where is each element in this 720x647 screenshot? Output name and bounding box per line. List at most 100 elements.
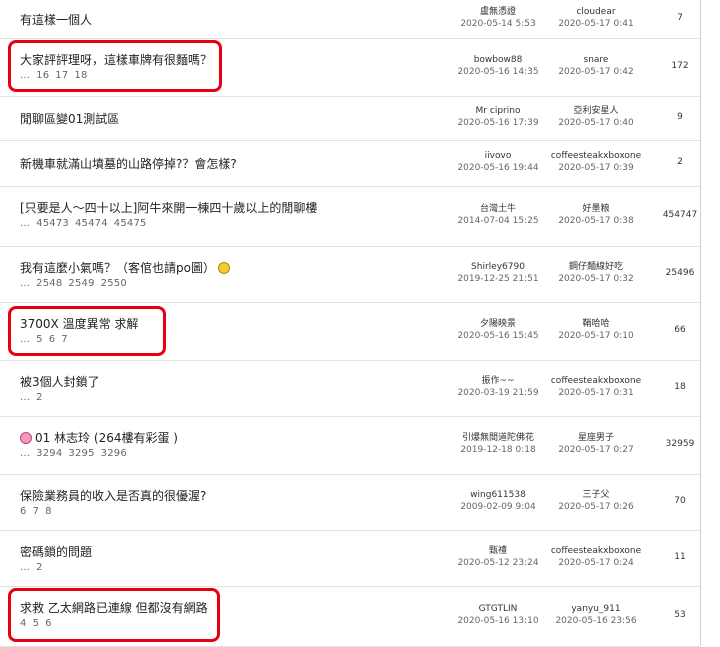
post-date: 2020-05-16 14:35 [457, 67, 539, 77]
last-replier-link[interactable]: coffeesteakxboxone [546, 375, 646, 387]
page-link[interactable]: 16 [36, 70, 49, 81]
last-reply-cell: coffeesteakxboxone 2020-05-17 0:31 [546, 375, 646, 399]
page-link[interactable]: 2 [36, 392, 43, 403]
page-links: 456 [20, 618, 58, 629]
author-name-link[interactable]: 夕陽映景 [448, 318, 548, 330]
author-name-link[interactable]: bowbow88 [448, 54, 548, 66]
last-reply-date: 2020-05-17 0:10 [558, 331, 634, 341]
page-link[interactable]: 7 [61, 334, 68, 345]
last-reply-date: 2020-05-17 0:42 [558, 67, 634, 77]
author-cell: 盧無憑證 2020-05-14 5:53 [448, 6, 548, 30]
author-name-link[interactable]: Mr ciprino [448, 105, 548, 117]
last-replier-link[interactable]: yanyu_911 [546, 603, 646, 615]
thread-title-link[interactable]: [只要是人～四十以上]阿牛來開一棟四十歲以上的閒聊樓 [20, 199, 317, 216]
page-link[interactable]: 3295 [68, 448, 94, 459]
last-replier-link[interactable]: 好墨粮 [546, 203, 646, 215]
thread-title-link[interactable]: 有這樣一個人 [20, 11, 92, 28]
page-ellipsis: ... [20, 218, 31, 229]
page-link[interactable]: 17 [55, 70, 68, 81]
last-replier-link[interactable]: snare [546, 54, 646, 66]
reply-count: 7 [677, 13, 683, 23]
last-replier-link[interactable]: 鞘哈哈 [546, 318, 646, 330]
page-ellipsis: ... [20, 70, 31, 81]
thread-title-link[interactable]: 密碼鎖的問題 [20, 543, 92, 560]
author-name-link[interactable]: 引爆無間道陀佛花 [448, 432, 548, 444]
page-link[interactable]: 2548 [36, 278, 62, 289]
page-link[interactable]: 7 [33, 506, 40, 517]
author-name-link[interactable]: wing611538 [448, 489, 548, 501]
thread-title-link[interactable]: 3700X 溫度異常 求解 [20, 315, 138, 332]
last-replier-link[interactable]: 星座男子 [546, 432, 646, 444]
table-row: 我有這麼小氣嗎？（客倌也請po圖）... 2548 2549 2550 Shirley6… [0, 246, 700, 303]
author-name-link[interactable]: 振作~~ [448, 375, 548, 387]
author-cell: bowbow88 2020-05-16 14:35 [448, 54, 548, 78]
page-link[interactable]: 45475 [114, 218, 147, 229]
last-reply-cell: 星座男子 2020-05-17 0:27 [546, 432, 646, 456]
page-link[interactable]: 3294 [36, 448, 62, 459]
page-link[interactable]: 45474 [75, 218, 108, 229]
thread-title-link[interactable]: 保險業務員的收入是否真的很優渥? [20, 487, 206, 504]
post-date: 2019-12-18 0:18 [460, 445, 536, 455]
last-replier-link[interactable]: 鋼仔麵線好吃 [546, 261, 646, 273]
page-link[interactable]: 5 [36, 334, 43, 345]
page-links: ... 2 [20, 562, 49, 573]
thread-title-link[interactable]: 求救 乙太網路已連線 但都沒有網路 [20, 599, 208, 616]
page-link[interactable]: 4 [20, 618, 27, 629]
author-name-link[interactable]: GTGTLIN [448, 603, 548, 615]
page-link[interactable]: 18 [74, 70, 87, 81]
page-link[interactable]: 6 [49, 334, 56, 345]
table-row: 保險業務員的收入是否真的很優渥? 6 7 8 wing611538 2009-02-09 … [0, 474, 700, 531]
last-reply-cell: coffeesteakxboxone 2020-05-17 0:39 [546, 150, 646, 174]
thread-title-link[interactable]: 被3個人封鎖了 [20, 373, 100, 390]
page-ellipsis: ... [20, 334, 31, 345]
post-date: 2020-05-14 5:53 [460, 19, 536, 29]
author-name-link[interactable]: 甄禮 [448, 545, 548, 557]
page-link[interactable]: 6 [20, 506, 27, 517]
page-link[interactable]: 8 [45, 506, 52, 517]
last-reply-date: 2020-05-17 0:32 [558, 274, 634, 284]
last-replier-link[interactable]: cloudear [546, 6, 646, 18]
page-ellipsis: ... [20, 278, 31, 289]
last-reply-date: 2020-05-17 0:24 [558, 558, 634, 568]
last-replier-link[interactable]: 亞利安星人 [546, 105, 646, 117]
last-reply-date: 2020-05-17 0:31 [558, 388, 634, 398]
post-date: 2020-03-19 21:59 [457, 388, 539, 398]
thread-title-link[interactable]: 新機車就滿山墳墓的山路停掉?？會怎樣? [20, 155, 237, 172]
table-row: 被3個人封鎖了... 2 振作~~ 2020-03-19 21:59 coffeeste… [0, 360, 700, 417]
author-name-link[interactable]: iivovo [448, 150, 548, 162]
thread-title-link[interactable]: 大家評評理呀，這樣車牌有很麵嗎？ [20, 51, 212, 68]
last-replier-link[interactable]: 三子父 [546, 489, 646, 501]
last-replier-link[interactable]: coffeesteakxboxone [546, 150, 646, 162]
table-row: 求救 乙太網路已連線 但都沒有網路 4 5 6 GTGTLIN 2020-05-16 13… [0, 586, 700, 647]
post-date: 2020-05-16 19:44 [457, 163, 539, 173]
thread-title-link[interactable]: 我有這麼小氣嗎？（客倌也請po圖） [20, 259, 230, 276]
table-row: 大家評評理呀，這樣車牌有很麵嗎？... 16 17 18 bowbow88 2020-05… [0, 38, 700, 97]
last-reply-date: 2020-05-17 0:26 [558, 502, 634, 512]
last-replier-link[interactable]: coffeesteakxboxone [546, 545, 646, 557]
page-link[interactable]: 45473 [36, 218, 69, 229]
last-reply-date: 2020-05-17 0:27 [558, 445, 634, 455]
page-link[interactable]: 5 [33, 618, 40, 629]
thread-title-link[interactable]: 閒聊區變01測試區 [20, 110, 119, 127]
flower-emoji-icon [20, 432, 32, 444]
page-link[interactable]: 6 [45, 618, 52, 629]
author-name-link[interactable]: 台灣土牛 [448, 203, 548, 215]
last-reply-date: 2020-05-17 0:40 [558, 118, 634, 128]
author-name-link[interactable]: Shirley6790 [448, 261, 548, 273]
page-link[interactable]: 2550 [101, 278, 127, 289]
page-link[interactable]: 3296 [101, 448, 127, 459]
page-link[interactable]: 2 [36, 562, 43, 573]
post-date: 2020-05-16 13:10 [457, 616, 539, 626]
author-cell: 引爆無間道陀佛花 2019-12-18 0:18 [448, 432, 548, 456]
last-reply-cell: 好墨粮 2020-05-17 0:38 [546, 203, 646, 227]
author-name-link[interactable]: 盧無憑證 [448, 6, 548, 18]
thread-title-text: 01 林志玲 (264樓有彩蛋 ) [35, 431, 178, 445]
post-date: 2020-05-16 17:39 [457, 118, 539, 128]
reply-count: 18 [674, 382, 686, 392]
thread-title-link[interactable]: 01 林志玲 (264樓有彩蛋 ) [20, 429, 178, 446]
thread-title-text: 被3個人封鎖了 [20, 375, 100, 389]
page-links: ... 3294 3295 3296 [20, 448, 133, 459]
page-links: ... 5 6 7 [20, 334, 74, 345]
page-link[interactable]: 2549 [68, 278, 94, 289]
table-row: 新機車就滿山墳墓的山路停掉?？會怎樣? iivovo 2020-05-16 19:4… [0, 140, 700, 187]
